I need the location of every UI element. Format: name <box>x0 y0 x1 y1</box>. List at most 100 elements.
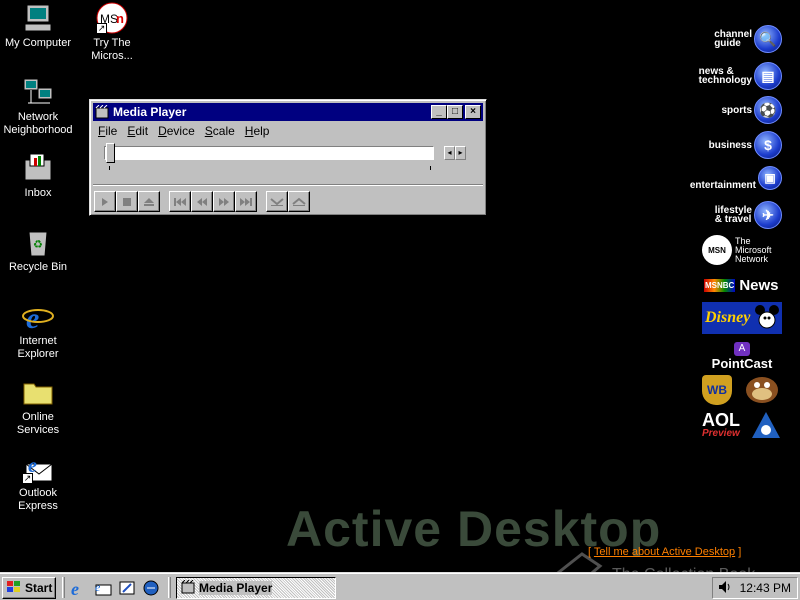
my-computer-icon <box>22 2 54 34</box>
channel-label: channel guide <box>714 29 752 49</box>
menu-bar: File Edit Device Scale Help <box>93 122 483 140</box>
inbox-icon <box>22 152 54 184</box>
recycle-bin-icon: ♻ <box>22 226 54 258</box>
network-icon <box>22 76 54 108</box>
svg-text:e: e <box>71 579 79 597</box>
channel-label: lifestyle & travel <box>714 205 752 225</box>
pointcast-label: PointCast <box>711 356 773 371</box>
menu-edit[interactable]: Edit <box>122 124 153 138</box>
channel-lifestyle-travel[interactable]: lifestyle & travel ✈ <box>715 201 782 229</box>
previous-mark-button[interactable] <box>169 191 191 212</box>
next-mark-icon <box>240 197 252 206</box>
msn-icon: MS n ↗ <box>96 2 128 34</box>
media-player-icon <box>95 104 109 119</box>
sports-icon: ⚽ <box>754 96 782 124</box>
channel-sports[interactable]: sports ⚽ <box>721 96 782 124</box>
quick-launch-outlook-icon[interactable]: e <box>94 579 112 597</box>
desktop-icon-label: Recycle Bin <box>8 261 68 273</box>
channel-label: entertainment <box>689 179 756 191</box>
desktop-icon-online-services[interactable]: Online Services <box>0 376 76 437</box>
fast-forward-icon <box>219 197 229 206</box>
menu-help[interactable]: Help <box>240 124 275 138</box>
desktop-icon-internet-explorer[interactable]: e Internet Explorer <box>0 300 76 361</box>
start-selection-button[interactable] <box>266 191 288 212</box>
msn-logo-icon: MSN <box>702 235 732 265</box>
channel-label: news & technology <box>698 66 752 86</box>
task-area-grip[interactable] <box>168 577 171 598</box>
stop-button[interactable] <box>116 191 138 212</box>
rewind-button[interactable] <box>191 191 213 212</box>
channel-disney[interactable]: Disney <box>702 302 782 334</box>
quick-launch-ie-icon[interactable]: e <box>70 579 88 599</box>
desktop-icon-outlook-express[interactable]: e ↗ Outlook Express <box>0 452 76 513</box>
position-slider-thumb[interactable] <box>106 143 115 163</box>
eject-icon <box>144 197 154 206</box>
close-button[interactable]: × <box>465 105 481 119</box>
media-player-titlebar[interactable]: Media Player _ □ × <box>93 103 483 121</box>
clock[interactable]: 12:43 PM <box>740 581 791 595</box>
previous-mark-icon <box>174 197 186 206</box>
menu-scale[interactable]: Scale <box>200 124 240 138</box>
disney-logo: Disney <box>705 309 751 326</box>
maximize-button[interactable]: □ <box>447 105 463 119</box>
desktop-icon-my-computer[interactable]: My Computer <box>0 2 76 50</box>
divider <box>93 184 483 186</box>
volume-icon[interactable] <box>717 579 733 598</box>
travel-icon: ✈ <box>754 201 782 229</box>
scale-tick-end <box>430 166 431 170</box>
channel-entertainment[interactable]: entertainment ▣ <box>690 166 782 190</box>
channel-msnbc-news[interactable]: MSNBC News <box>704 274 782 296</box>
menu-device[interactable]: Device <box>153 124 200 138</box>
play-icon <box>102 197 108 206</box>
scroll-right-button[interactable]: ▸ <box>455 146 466 160</box>
channel-warner-bros[interactable]: WB <box>702 374 782 406</box>
menu-file[interactable]: File <box>93 124 122 138</box>
svg-text:e: e <box>95 580 101 594</box>
channel-aol-preview[interactable]: AOL Preview <box>702 410 782 442</box>
desktop-icon-label: Outlook Express <box>18 487 58 512</box>
aol-logo: AOL <box>702 410 740 430</box>
wb-shield-icon: WB <box>702 375 732 405</box>
ie-icon: e <box>22 300 54 335</box>
channel-label: sports <box>721 104 752 116</box>
desktop-icon-label: Online Services <box>16 411 60 436</box>
end-selection-button[interactable] <box>288 191 310 212</box>
taz-icon <box>742 374 782 407</box>
start-button[interactable]: Start <box>2 577 56 599</box>
channel-msn[interactable]: MSN The Microsoft Network <box>702 235 782 265</box>
minimize-button[interactable]: _ <box>431 105 447 119</box>
windows-logo-icon <box>6 580 22 597</box>
desktop-icon-inbox[interactable]: Inbox <box>0 152 76 200</box>
channel-business[interactable]: business $ <box>709 131 782 159</box>
msn-label: The Microsoft Network <box>735 235 772 264</box>
scroll-left-button[interactable]: ◂ <box>444 146 455 160</box>
pointcast-icon: A <box>734 342 750 356</box>
stop-icon <box>123 197 131 206</box>
desktop-icon-try-msn[interactable]: MS n ↗ Try The Micros... <box>74 2 150 63</box>
play-button[interactable] <box>94 191 116 212</box>
scroll-buttons: ◂ ▸ <box>444 146 466 160</box>
quick-launch-channels-icon[interactable] <box>142 579 160 597</box>
eject-button[interactable] <box>138 191 160 212</box>
position-track[interactable] <box>104 146 434 160</box>
desktop-icon-label: Inbox <box>24 187 52 199</box>
desktop-icon-recycle-bin[interactable]: ♻ Recycle Bin <box>0 226 76 274</box>
transport-controls <box>94 191 310 212</box>
next-mark-button[interactable] <box>235 191 257 212</box>
desktop-icon-network-neighborhood[interactable]: Network Neighborhood <box>0 76 76 137</box>
scale-tick-start <box>109 166 110 170</box>
desktop-icon-label: Internet Explorer <box>17 335 59 360</box>
tell-me-link[interactable]: Tell me about Active Desktop <box>594 546 735 558</box>
svg-text:♻: ♻ <box>33 239 43 251</box>
start-label: Start <box>25 581 53 595</box>
channel-news-technology[interactable]: news & technology ▤ <box>699 62 782 90</box>
aol-preview-label: Preview <box>702 428 740 439</box>
fast-forward-button[interactable] <box>213 191 235 212</box>
quick-launch-show-desktop-icon[interactable] <box>118 579 136 597</box>
quick-launch-grip[interactable] <box>62 577 65 598</box>
taskbar-media-player-button[interactable]: Media Player <box>176 577 336 599</box>
media-player-window[interactable]: Media Player _ □ × File Edit Device Scal… <box>89 99 487 216</box>
channel-pointcast[interactable]: A PointCast <box>702 342 782 372</box>
window-title: Media Player <box>113 105 187 119</box>
channel-guide[interactable]: channel guide 🔍 <box>714 25 782 53</box>
